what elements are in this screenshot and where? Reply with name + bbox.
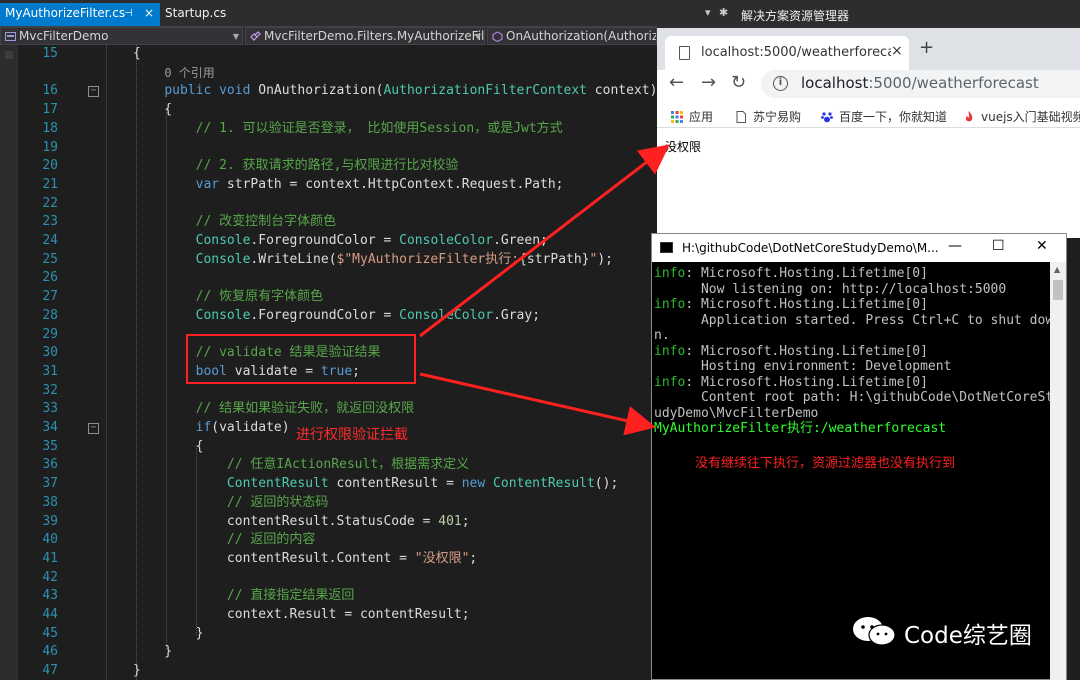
arrow-to-console [419,372,656,436]
annotation-arrows [419,144,670,436]
watermark-text: Code综艺圈 [904,623,1032,649]
wechat-logo-icon [853,617,896,646]
screenshot-root: MyAuthorizeFilter.cs ⊣ × Startup.cs ▾ ✱ … [0,0,1080,680]
arrow-to-browser [419,144,670,338]
